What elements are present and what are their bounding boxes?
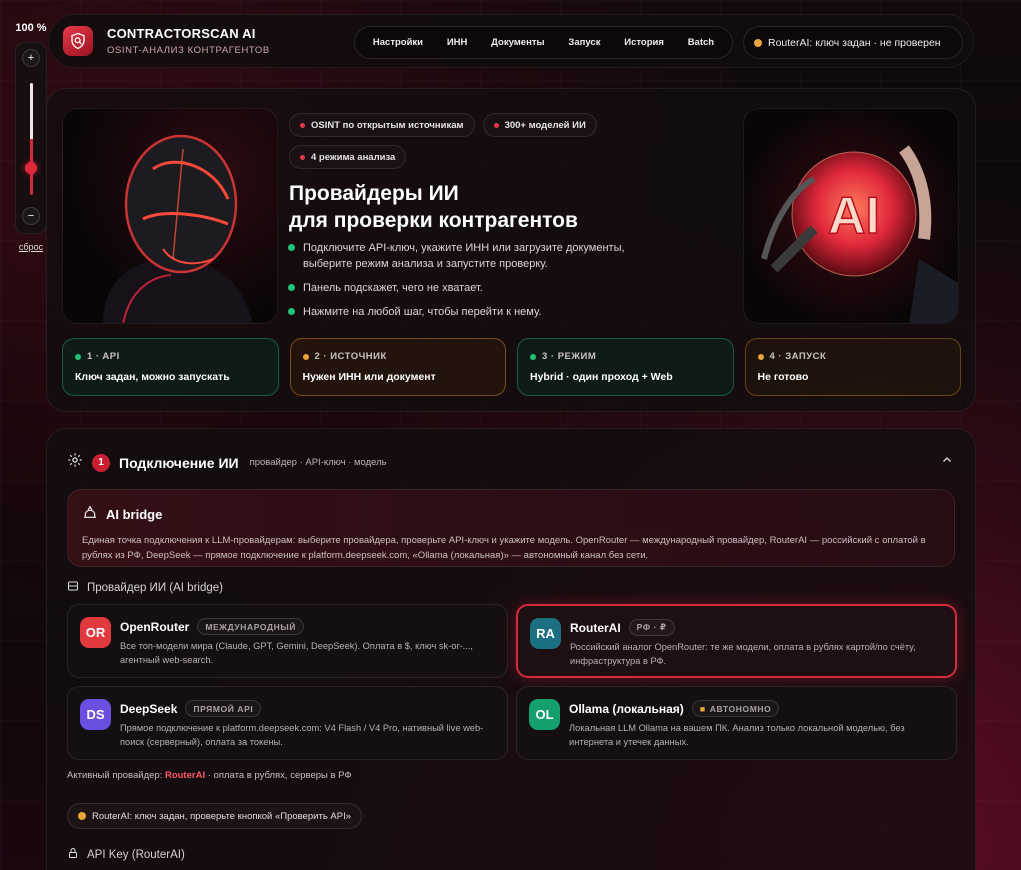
provider-label: Провайдер ИИ (AI bridge) (67, 580, 223, 595)
hero-bullets: Подключите API-ключ, укажите ИНН или заг… (288, 240, 658, 328)
router-status-text: RouterAI: ключ задан · не проверен (768, 36, 941, 49)
provider-tag: МЕЖДУНАРОДНЫЙ (197, 618, 304, 635)
provider-avatar: RA (530, 618, 561, 649)
provider-tag: РФ · ₽ (628, 619, 675, 636)
bridge-title: AI bridge (106, 507, 163, 522)
hero-bullet: Подключите API-ключ, укажите ИНН или заг… (288, 240, 658, 272)
zoom-in-button[interactable]: + (22, 49, 40, 67)
ai-orb-image: AI (743, 108, 959, 324)
bridge-icon (82, 504, 98, 525)
status-dot (78, 812, 86, 820)
gear-icon (67, 452, 83, 473)
provider-description: Локальная LLM Ollama на вашем ПК. Анализ… (569, 723, 905, 747)
provider-card-deepseek[interactable]: DS DeepSeek ПРЯМОЙ API Прямое подключени… (67, 686, 508, 760)
app-title: CONTRACTORSCAN AI (107, 26, 256, 41)
provider-name: OpenRouter (120, 619, 190, 634)
provider-card-openrouter[interactable]: OR OpenRouter МЕЖДУНАРОДНЫЙ Все топ-моде… (67, 604, 508, 678)
step-launch[interactable]: 4 · ЗАПУСК Не готово (744, 338, 961, 396)
nav-documents[interactable]: Документы (491, 37, 544, 48)
chevron-up-icon[interactable] (941, 453, 953, 471)
provider-name: DeepSeek (120, 701, 178, 716)
provider-tag: ■ АВТОНОМНО (691, 700, 780, 717)
nav-launch[interactable]: Запуск (568, 37, 600, 48)
lock-icon (67, 847, 79, 862)
ai-connection-section: 1 Подключение ИИ провайдер · API-ключ · … (46, 428, 976, 870)
zoom-thumb[interactable] (25, 162, 37, 174)
main-nav: Настройки ИНН Документы Запуск История B… (354, 26, 733, 59)
nav-settings[interactable]: Настройки (373, 37, 423, 48)
top-header: CONTRACTORSCAN AI OSINT-АНАЛИЗ КОНТРАГЕН… (48, 14, 974, 68)
nav-inn[interactable]: ИНН (447, 37, 468, 48)
feature-pill: 300+ моделей ИИ (482, 113, 597, 137)
zoom-level: 100 % (15, 22, 47, 34)
provider-avatar: OR (80, 617, 111, 648)
step-source[interactable]: 2 · ИСТОЧНИК Нужен ИНН или документ (289, 338, 506, 396)
shield-search-icon (63, 26, 93, 56)
provider-card-routerai[interactable]: RA RouterAI РФ · ₽ Российский аналог Ope… (516, 604, 957, 678)
feature-pill: OSINT по открытым источникам (289, 113, 475, 137)
provider-name: RouterAI (570, 620, 621, 635)
helmet-figure-image (62, 108, 278, 324)
ai-bridge-info: AI bridge Единая точка подключения к LLM… (67, 489, 955, 567)
zoom-reset-link[interactable]: сброс (19, 242, 43, 252)
status-dot (754, 38, 762, 47)
section-subtitle: провайдер · API-ключ · модель (249, 457, 387, 468)
step-mode[interactable]: 3 · РЕЖИМ Hybrid · один проход + Web (517, 338, 734, 396)
server-icon (67, 580, 79, 595)
step-tracker: 1 · API Ключ задан, можно запускать 2 · … (62, 338, 961, 396)
provider-card-ollama[interactable]: OL Ollama (локальная) ■ АВТОНОМНО Локаль… (516, 686, 957, 760)
section-header[interactable]: 1 Подключение ИИ провайдер · API-ключ · … (67, 452, 387, 473)
step-api[interactable]: 1 · API Ключ задан, можно запускать (62, 338, 279, 396)
zoom-out-button[interactable]: − (22, 207, 40, 225)
provider-tag: ПРЯМОЙ API (185, 700, 262, 717)
app-subtitle: OSINT-АНАЛИЗ КОНТРАГЕНТОВ (107, 45, 270, 56)
provider-avatar: OL (529, 699, 560, 730)
nav-history[interactable]: История (624, 37, 664, 48)
hero-panel: OSINT по открытым источникам 300+ моделе… (46, 88, 976, 412)
zoom-slider-box: + − (15, 42, 47, 234)
ai-orb-text: AI (828, 187, 880, 245)
hero-bullet: Нажмите на любой шаг, чтобы перейти к не… (288, 304, 658, 320)
nav-batch[interactable]: Batch (688, 37, 714, 48)
lock-icon: ■ (699, 703, 706, 714)
provider-avatar: DS (80, 699, 111, 730)
bridge-description: Единая точка подключения к LLM-провайдер… (82, 535, 926, 561)
active-provider-name: RouterAI (164, 770, 206, 781)
hero-title: Провайдеры ИИ для проверки контрагентов (289, 182, 578, 232)
provider-grid: OR OpenRouter МЕЖДУНАРОДНЫЙ Все топ-моде… (67, 604, 957, 760)
provider-description: Российский аналог OpenRouter: те же моде… (570, 642, 916, 666)
hero-bullet: Панель подскажет, чего не хватает. (288, 280, 658, 296)
section-title: Подключение ИИ (119, 454, 239, 471)
feature-pills: OSINT по открытым источникам 300+ моделе… (289, 113, 619, 169)
router-status-chip[interactable]: RouterAI: ключ задан · не проверен (743, 26, 963, 59)
step-number-badge: 1 (92, 453, 110, 472)
provider-description: Прямое подключение к platform.deepseek.c… (120, 723, 484, 747)
api-key-status-chip: RouterAI: ключ задан, проверьте кнопкой … (67, 803, 363, 829)
provider-name: Ollama (локальная) (569, 701, 684, 716)
api-key-label: API Key (RouterAI) (67, 847, 185, 862)
zoom-track[interactable] (29, 83, 33, 195)
active-provider-line: Активный провайдер: RouterAI · оплата в … (67, 770, 352, 781)
feature-pill: 4 режима анализа (289, 145, 407, 169)
provider-description: Все топ-модели мира (Claude, GPT, Gemini… (120, 641, 473, 665)
